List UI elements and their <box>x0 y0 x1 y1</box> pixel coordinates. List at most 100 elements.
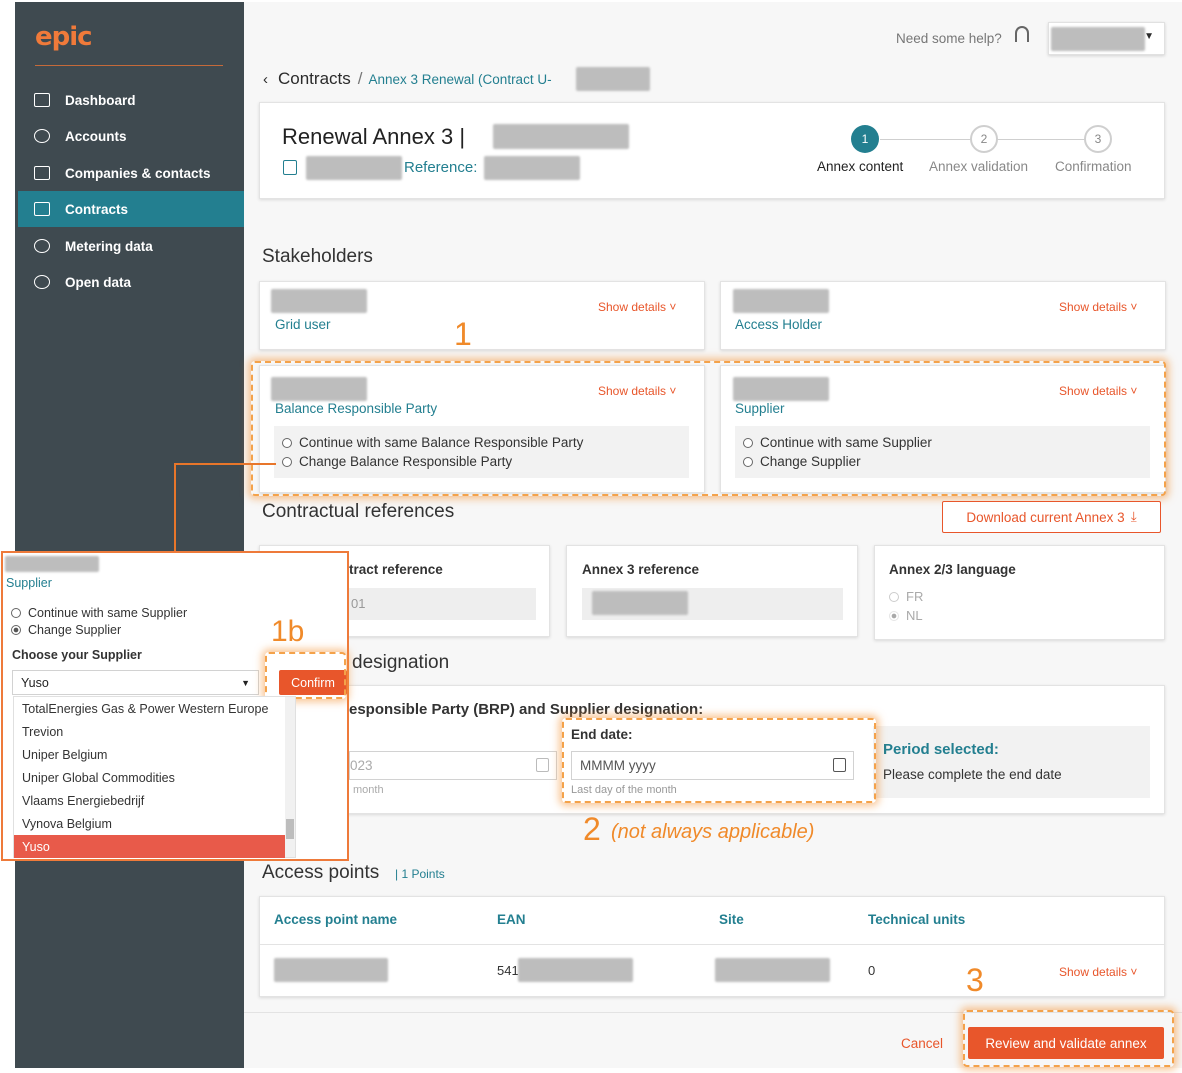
step-1-label: Annex content <box>817 159 904 174</box>
breadcrumb: ‹ Contracts / Annex 3 Renewal (Contract … <box>263 69 552 89</box>
breadcrumb-current[interactable]: Annex 3 Renewal (Contract U- <box>368 72 551 87</box>
app-logo: epic <box>35 22 93 52</box>
connector-line <box>174 463 176 551</box>
language-fr-radio: FR <box>889 589 923 604</box>
list-item[interactable]: Trevion <box>14 720 285 743</box>
sidebar-item-accounts[interactable]: Accounts <box>18 118 244 154</box>
sidebar-item-label: Accounts <box>65 128 127 144</box>
help-link[interactable]: Need some help? <box>896 31 1002 46</box>
contract-ref-field: 01 <box>349 588 536 620</box>
popup-change-radio[interactable]: Change Supplier <box>11 623 121 637</box>
sidebar-item-open-data[interactable]: Open data <box>18 264 244 300</box>
start-date-hint: month <box>353 784 384 796</box>
contract-name-redacted <box>306 156 402 180</box>
chevron-down-icon: ▼ <box>241 677 250 688</box>
designation-title: designation <box>352 652 450 673</box>
step-2: 2 <box>970 125 998 153</box>
supplier-select[interactable]: Yuso ▼ <box>12 670 259 695</box>
designation-subtitle: esponsible Party (BRP) and Supplier desi… <box>349 701 704 718</box>
annotation-3: 3 <box>966 962 984 998</box>
highlight-3 <box>963 1010 1174 1067</box>
list-item[interactable]: Uniper Belgium <box>14 743 285 766</box>
chevron-down-icon: ▼ <box>1144 31 1154 42</box>
period-title: Period selected: <box>883 741 999 758</box>
title-redacted <box>493 124 629 149</box>
access-holder-show-details[interactable]: Show details ˅ <box>1059 300 1137 314</box>
download-icon: ⤓ <box>1130 509 1137 524</box>
access-point-name-redacted <box>274 958 388 982</box>
list-item[interactable]: Uniper Global Commodities <box>14 766 285 789</box>
sidebar-item-label: Contracts <box>65 201 129 217</box>
access-points-count: | 1 Points <box>395 867 445 881</box>
sidebar-item-dashboard[interactable]: Dashboard <box>18 82 244 118</box>
sidebar-item-companies[interactable]: Companies & contacts <box>18 155 244 191</box>
user-menu[interactable]: ▼ <box>1048 22 1165 55</box>
site-redacted <box>715 958 830 982</box>
list-item[interactable]: TotalEnergies Gas & Power Western Europe <box>14 697 285 720</box>
period-text: Please complete the end date <box>883 767 1062 782</box>
period-box <box>873 726 1150 798</box>
col-ean: EAN <box>497 912 526 927</box>
grid-user-label: Grid user <box>275 317 331 332</box>
annotation-2-note: (not always applicable) <box>611 821 815 843</box>
highlight-1b <box>265 652 346 699</box>
cancel-button[interactable]: Cancel <box>901 1036 943 1051</box>
headset-icon[interactable] <box>1015 26 1029 42</box>
col-site: Site <box>719 912 744 927</box>
dropdown-scrollbar[interactable] <box>285 697 295 857</box>
download-annex-button[interactable]: Download current Annex 3 ⤓ <box>942 501 1161 533</box>
list-item[interactable]: Vlaams Energiebedrijf <box>14 789 285 812</box>
back-chevron-icon[interactable]: ‹ <box>263 71 268 88</box>
sidebar: epic Dashboard Accounts Companies & cont… <box>15 2 244 1068</box>
sidebar-item-metering[interactable]: Metering data <box>18 228 244 264</box>
access-point-show-details[interactable]: Show details ˅ <box>1059 965 1137 979</box>
highlight-1 <box>251 361 1166 496</box>
sidebar-item-contracts[interactable]: Contracts <box>18 191 244 227</box>
language-label: Annex 2/3 language <box>889 562 1016 577</box>
table-divider <box>260 944 1164 945</box>
annex3-ref-redacted <box>592 591 688 615</box>
sidebar-item-label: Metering data <box>65 238 153 254</box>
breadcrumb-separator: / <box>357 69 363 88</box>
page-title: Renewal Annex 3 | <box>282 124 466 149</box>
access-holder-redacted <box>733 289 829 313</box>
access-points-title: Access points <box>262 862 380 883</box>
list-item-selected[interactable]: Yuso <box>14 835 285 858</box>
reference-label: Reference: <box>404 159 478 176</box>
col-access-point-name: Access point name <box>274 912 398 927</box>
annotation-2: 2 <box>583 811 601 847</box>
stakeholders-title: Stakeholders <box>262 246 373 267</box>
scrollbar-thumb[interactable] <box>286 819 294 839</box>
companies-icon <box>34 166 50 180</box>
dashboard-icon <box>34 93 50 107</box>
supplier-popup: Supplier Continue with same Supplier Cha… <box>1 551 349 861</box>
annotation-1: 1 <box>454 316 472 352</box>
contracts-icon <box>34 202 50 216</box>
sidebar-item-label: Companies & contacts <box>65 165 211 181</box>
annex3-ref-label: Annex 3 reference <box>582 562 700 577</box>
contractual-title: Contractual references <box>262 501 455 522</box>
grid-user-redacted <box>271 289 367 313</box>
sidebar-item-label: Dashboard <box>65 92 136 108</box>
breadcrumb-root[interactable]: Contracts <box>278 69 351 89</box>
list-item[interactable]: Vynova Belgium <box>14 812 285 835</box>
highlight-2 <box>562 718 876 803</box>
title-card <box>259 102 1165 199</box>
annotation-1b: 1b <box>271 615 305 648</box>
ean-value: 541 <box>497 963 519 978</box>
user-name-redacted <box>1051 27 1145 51</box>
step-3: 3 <box>1084 125 1112 153</box>
grid-user-show-details[interactable]: Show details ˅ <box>598 300 676 314</box>
reference-redacted <box>484 156 580 180</box>
start-date-field: 023 <box>349 751 557 780</box>
metering-icon <box>34 239 50 253</box>
contract-ref-label: tract reference <box>349 562 443 577</box>
logo-divider <box>35 65 223 66</box>
connector-line <box>174 463 276 465</box>
edit-icon[interactable] <box>283 160 297 175</box>
popup-continue-radio[interactable]: Continue with same Supplier <box>11 606 187 620</box>
supplier-name-redacted <box>5 556 99 572</box>
contract-id-redacted <box>576 67 650 91</box>
choose-supplier-label: Choose your Supplier <box>12 648 142 662</box>
col-technical-units: Technical units <box>868 912 966 927</box>
